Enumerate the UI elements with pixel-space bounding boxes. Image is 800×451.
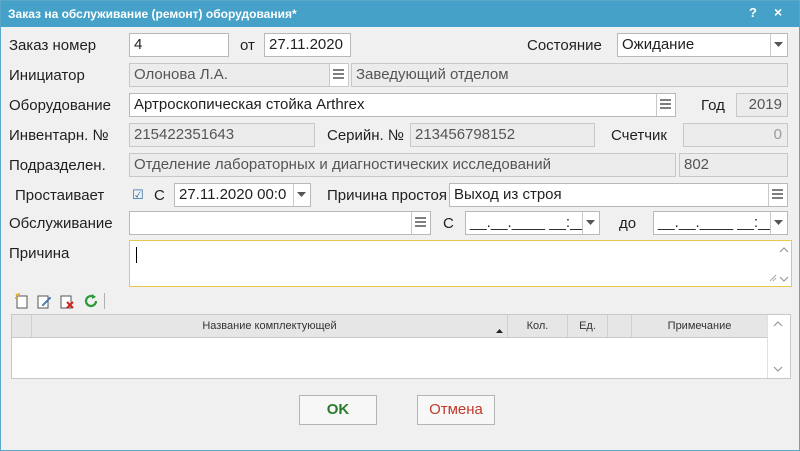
initiator-select-button[interactable] <box>329 64 348 86</box>
grid-header-name-label: Название комплектующей <box>202 320 337 332</box>
chevron-down-icon <box>774 220 783 225</box>
refresh-icon[interactable] <box>83 293 99 309</box>
edit-row-icon[interactable] <box>36 293 52 309</box>
service-label: Обслуживание <box>9 215 113 232</box>
grid-header-blank[interactable] <box>608 315 632 337</box>
order-date-label: от <box>240 37 255 54</box>
year-label: Год <box>701 97 725 114</box>
initiator-field[interactable]: Олонова Л.А. <box>129 63 349 87</box>
equipment-select-button[interactable] <box>656 94 675 116</box>
delete-row-icon[interactable] <box>59 293 75 309</box>
cause-label: Причина <box>9 245 70 262</box>
service-to-value: __.__.____ __:__ <box>658 214 775 231</box>
downtime-from-label: С <box>154 187 165 204</box>
dialog-window: Заказ на обслуживание (ремонт) оборудова… <box>0 0 800 451</box>
scroll-down-icon[interactable] <box>779 274 789 284</box>
grid-header-indicator <box>12 315 32 337</box>
division-label: Подразделен. <box>9 157 106 174</box>
status-label: Состояние <box>527 37 602 54</box>
downtime-from-dropdown[interactable] <box>293 184 310 206</box>
grid-header: Название комплектующей Кол. Ед. Примечан… <box>12 315 768 338</box>
chevron-down-icon <box>586 220 595 225</box>
service-to-label: до <box>619 215 637 232</box>
service-from-dropdown[interactable] <box>582 212 599 234</box>
downtime-reason-select-button[interactable] <box>768 184 787 206</box>
grid-header-unit[interactable]: Ед. <box>568 315 608 337</box>
scroll-up-icon[interactable] <box>773 320 783 328</box>
chevron-down-icon <box>774 42 783 47</box>
downtime-from-value: 27.11.2020 00:0 <box>179 186 287 203</box>
help-icon[interactable]: ? <box>749 5 757 20</box>
components-grid[interactable]: Название комплектующей Кол. Ед. Примечан… <box>11 314 791 379</box>
service-from-value: __.__.____ __:__ <box>470 214 587 231</box>
text-caret <box>136 247 137 263</box>
downtime-reason-value: Выход из строя <box>454 186 562 203</box>
cause-textarea[interactable] <box>129 240 792 287</box>
cancel-button[interactable]: Отмена <box>417 395 495 425</box>
inventory-field: 215422351643 <box>129 123 315 147</box>
status-dropdown-button[interactable] <box>770 34 787 56</box>
downtime-reason-field[interactable]: Выход из строя <box>449 183 788 207</box>
scroll-up-icon[interactable] <box>779 245 789 255</box>
add-row-icon[interactable] <box>14 293 30 309</box>
initiator-label: Инициатор <box>9 67 85 84</box>
downtime-from-field[interactable]: 27.11.2020 00:0 <box>174 183 311 207</box>
list-icon <box>333 69 344 79</box>
scroll-down-icon[interactable] <box>773 365 783 373</box>
status-select[interactable]: Ожидание <box>617 33 788 57</box>
equipment-label: Оборудование <box>9 97 112 114</box>
status-value: Ожидание <box>622 36 695 53</box>
initiator-name: Олонова Л.А. <box>134 66 228 83</box>
division-field: Отделение лабораторных и диагностических… <box>129 153 676 177</box>
serial-label: Серийн. № <box>327 127 404 144</box>
service-from-field[interactable]: __.__.____ __:__ <box>465 211 600 235</box>
grid-header-qty[interactable]: Кол. <box>508 315 568 337</box>
downtime-label: Простаивает <box>15 187 105 204</box>
list-icon <box>660 99 671 109</box>
order-number-label: Заказ номер <box>9 37 97 54</box>
downtime-checkbox[interactable]: ☑ <box>132 187 146 202</box>
downtime-reason-label: Причина простоя <box>327 187 447 204</box>
order-number-field[interactable]: 4 <box>129 33 229 57</box>
toolbar-separator <box>104 293 105 309</box>
chevron-down-icon <box>297 192 306 197</box>
serial-field: 213456798152 <box>410 123 595 147</box>
order-date-field[interactable]: 27.11.2020 <box>264 33 351 57</box>
service-select-button[interactable] <box>411 212 430 234</box>
service-to-dropdown[interactable] <box>770 212 787 234</box>
list-icon <box>772 189 783 199</box>
equipment-value: Артроскопическая стойка Arthrex <box>134 96 365 113</box>
grid-scrollbar[interactable] <box>767 315 790 378</box>
counter-field: 0 <box>683 123 788 147</box>
equipment-field[interactable]: Артроскопическая стойка Arthrex <box>129 93 676 117</box>
service-to-field[interactable]: __.__.____ __:__ <box>653 211 788 235</box>
title-bar: Заказ на обслуживание (ремонт) оборудова… <box>1 1 799 27</box>
service-from-label: С <box>443 215 454 232</box>
initiator-position-field: Заведующий отделом <box>351 63 788 87</box>
window-title: Заказ на обслуживание (ремонт) оборудова… <box>8 7 297 21</box>
inventory-label: Инвентарн. № <box>9 127 109 144</box>
close-icon[interactable]: × <box>774 4 782 20</box>
list-icon <box>415 217 426 227</box>
grid-header-name[interactable]: Название комплектующей <box>32 315 508 337</box>
year-field: 2019 <box>736 93 788 117</box>
division-code-field: 802 <box>679 153 788 177</box>
counter-label: Счетчик <box>611 127 667 144</box>
sort-icon <box>496 329 503 333</box>
ok-button[interactable]: OK <box>299 395 377 425</box>
service-field[interactable] <box>129 211 431 235</box>
resize-grip-icon[interactable] <box>769 274 777 282</box>
grid-header-note[interactable]: Примечание <box>632 315 768 337</box>
